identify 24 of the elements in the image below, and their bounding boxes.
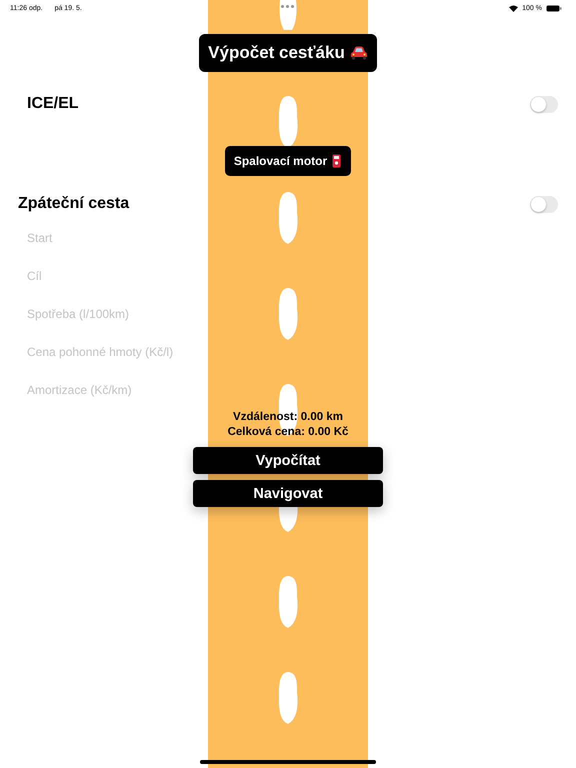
app-title: Výpočet cesťáku — [208, 43, 345, 63]
lane-dash — [278, 96, 298, 148]
multitasking-icon[interactable] — [281, 5, 294, 8]
input-field[interactable]: Start — [27, 228, 197, 248]
calculate-button[interactable]: Vypočítat — [193, 447, 383, 474]
input-field[interactable]: Amortizace (Kč/km) — [27, 380, 197, 400]
input-field[interactable]: Cena pohonné hmoty (Kč/l) — [27, 342, 197, 362]
switch-label: ICE/EL — [27, 95, 79, 113]
car-icon — [350, 46, 368, 60]
lane-dash — [278, 192, 298, 244]
lane-dash — [280, 0, 296, 30]
toggle-switch[interactable] — [530, 96, 558, 112]
toggle-switch[interactable] — [530, 196, 558, 212]
lane-dash — [278, 576, 298, 628]
lane-dash — [278, 288, 298, 340]
fuel-pump-icon — [332, 154, 342, 168]
navigate-button[interactable]: Navigovat — [193, 480, 383, 507]
input-field[interactable]: Cíl — [27, 266, 197, 286]
switch-label: Zpáteční cesta — [18, 195, 130, 213]
input-field[interactable]: Spotřeba (l/100km) — [27, 304, 197, 324]
engine-label: Spalovací motor — [234, 154, 328, 168]
lane-dash — [278, 672, 298, 724]
wifi-icon — [509, 4, 518, 12]
battery-icon — [546, 4, 562, 12]
